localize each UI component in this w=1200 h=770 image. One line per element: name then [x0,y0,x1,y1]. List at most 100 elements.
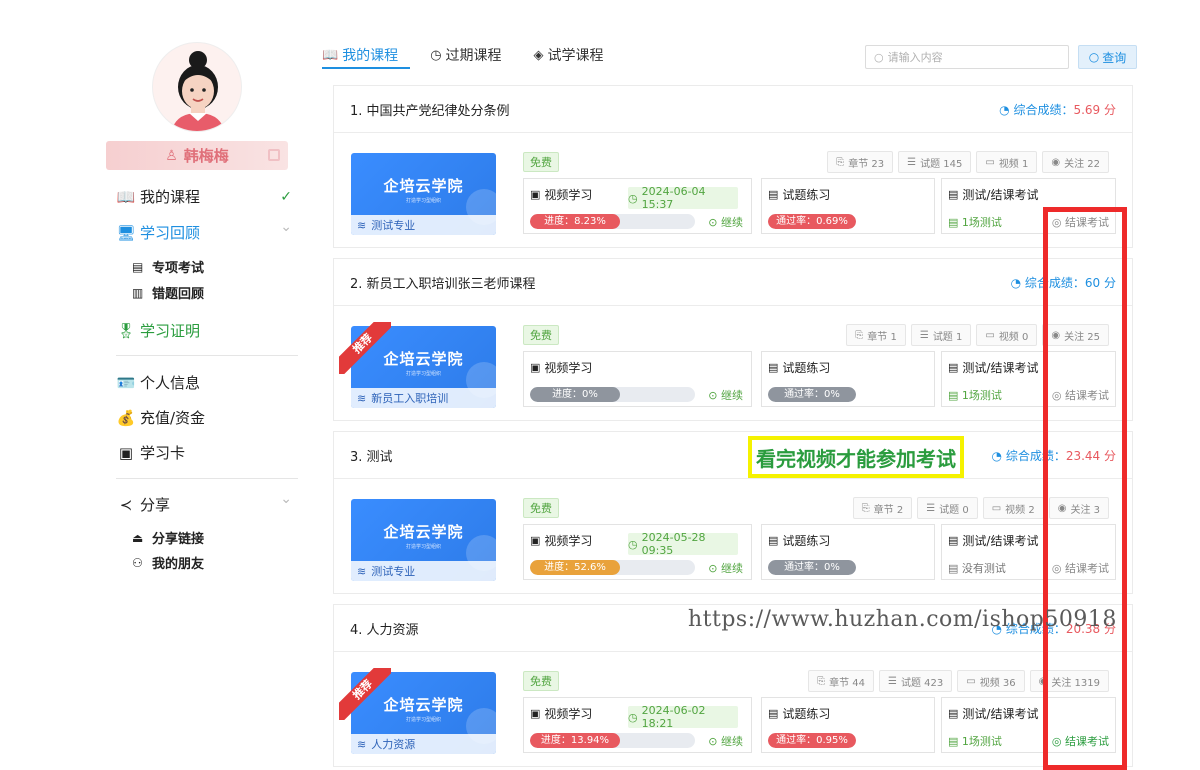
sidebar-item-label: 专项考试 [152,261,205,276]
continue-label: 继续 [721,389,743,402]
search-button[interactable]: ○ 查询 [1078,45,1137,69]
sidebar-item-label: 分享 [140,496,171,514]
sidebar-item-wrong-questions[interactable]: ▥ 错题回顾 [132,283,204,303]
user-name: 韩梅梅 [183,147,229,165]
continue-button[interactable]: ⊙ 继续 [708,560,743,576]
stat-label: 视频 0 [998,331,1029,343]
stat-label: 试题 0 [939,504,969,516]
course-title[interactable]: 4. 人力资源 [350,619,419,638]
course-body: 免费 ⎘ 章节 44 ☰ 试题 423 ▭ 视频 36 ◉ 关注 1319 ▣ 视频学习 … [334,652,1132,767]
tab-label: 试学课程 [547,48,604,64]
video-study-label: ▣ 视频学习 [530,705,592,722]
score-label: 综合成绩： [1013,102,1074,117]
exam-label: ▤ 测试/结课考试 [948,532,1038,549]
share-icon: ≺ [119,495,133,514]
course-card: 2. 新员工入职培训张三老师课程 ◔ 综合成绩：60 分 企培云学院 打造学习型… [333,258,1133,421]
sidebar-item-friends[interactable]: ⚇ 我的朋友 [132,553,204,573]
date-text: 2024-06-04 15:37 [641,185,706,211]
notebook-icon: ▤ [768,707,779,720]
sidebar: ♙ 韩梅梅 📖 我的课程 ✓ 🖥 学习回顾 ⌄ ▤ 专项考试 ▥ 错题回顾 🎖 … [106,0,298,770]
certificate-icon: 🎖 [116,321,136,340]
notebook-icon: ▤ [768,188,779,201]
test-count-link[interactable]: ▤ 没有测试 [948,560,1006,576]
clock-icon: ◷ [628,191,638,205]
test-count-label: 1场测试 [961,389,1002,402]
pie-icon: ◔ [999,102,1014,117]
score-value: 5.69 分 [1073,102,1116,117]
progress-bar: 进度：13.94% [530,733,695,748]
box-title: 试题练习 [782,707,831,721]
sidebar-item-review[interactable]: 🖥 学习回顾 ⌄ [116,219,298,243]
question-count: ☰ 试题 0 [917,497,978,519]
tab-expired-courses[interactable]: ◷ 过期课程 [430,44,501,66]
page: ♙ 韩梅梅 📖 我的课程 ✓ 🖥 学习回顾 ⌄ ▤ 专项考试 ▥ 错题回顾 🎖 … [0,0,1200,770]
tab-my-courses[interactable]: 📖 我的课程 [322,44,398,66]
course-title[interactable]: 3. 测试 [350,446,393,465]
continue-button[interactable]: ⊙ 继续 [708,214,743,230]
clock-icon: ◷ [628,537,638,551]
stat-label: 试题 145 [920,158,963,170]
continue-button[interactable]: ⊙ 继续 [708,733,743,749]
sidebar-item-my-courses[interactable]: 📖 我的课程 ✓ [116,186,298,207]
document-icon: ▤ [948,389,962,402]
course-card: 1. 中国共产党纪律处分条例 ◔ 综合成绩：5.69 分 企培云学院 打造学习型… [333,85,1133,248]
stat-label: 试题 1 [932,331,963,343]
arrow-right-icon: ⊙ [708,216,721,229]
pie-icon: ◔ [991,448,1006,463]
search-icon: ○ [874,50,884,64]
id-card-icon: 🪪 [116,373,136,392]
sidebar-divider [116,478,298,479]
tab-trial-courses[interactable]: ◈ 试学课程 [534,44,604,66]
chevron-down-icon: ⌄ [280,219,292,235]
video-count: ▭ 视频 0 [976,324,1038,346]
clock-icon: ◷ [628,710,638,724]
avatar-illustration [153,43,241,131]
continue-button[interactable]: ⊙ 继续 [708,387,743,403]
avatar[interactable] [152,42,242,132]
pass-rate-text: 通过率：0.69% [776,216,848,227]
user-name-badge[interactable]: ♙ 韩梅梅 [106,141,288,170]
sidebar-item-share[interactable]: ≺ 分享 ⌄ [116,491,298,515]
video-study-box: ▣ 视频学习 ◷ 2024-06-04 15:37 进度：8.23% ⊙ 继续 [523,178,752,234]
test-count-link[interactable]: ▤ 1场测试 [948,387,1002,403]
course-body: 免费 ⎘ 章节 2 ☰ 试题 0 ▭ 视频 2 ◉ 关注 3 ▣ 视频学习 ◷ 2024-0… [334,479,1132,594]
sidebar-item-share-link[interactable]: ⏏ 分享链接 [132,528,204,548]
sidebar-item-recharge[interactable]: 💰 充值/资金 [116,407,205,428]
document-icon: ▤ [132,259,144,274]
exam-icon: ▤ [948,707,959,720]
video-icon: ▭ [985,156,995,168]
sidebar-item-special-exam[interactable]: ▤ 专项考试 [132,257,205,277]
chapter-icon: ⎘ [855,329,864,341]
list-icon: ☰ [926,502,936,514]
pass-rate-text: 通过率：0.95% [776,735,848,746]
video-play-icon: ▣ [530,361,541,374]
chapter-count: ⎘ 章节 1 [846,324,906,346]
badge-icon: ◈ [533,47,544,63]
follow-count[interactable]: ◉ 关注 22 [1042,151,1109,173]
course-title[interactable]: 2. 新员工入职培训张三老师课程 [350,273,536,292]
box-title: 测试/结课考试 [962,188,1039,202]
search-button-label: 查询 [1102,50,1127,65]
sidebar-item-study-card[interactable]: ▣ 学习卡 [116,442,185,463]
test-count-link[interactable]: ▤ 1场测试 [948,733,1002,749]
course-title[interactable]: 1. 中国共产党纪律处分条例 [350,100,510,119]
sidebar-item-certificate[interactable]: 🎖 学习证明 [116,320,200,341]
question-count: ☰ 试题 423 [879,670,953,692]
sidebar-item-profile[interactable]: 🪪 个人信息 [116,372,200,393]
video-count: ▭ 视频 36 [957,670,1025,692]
tab-label: 我的课程 [342,48,399,64]
practice-label: ▤ 试题练习 [768,186,830,203]
course-body: 免费 ⎘ 章节 23 ☰ 试题 145 ▭ 视频 1 ◉ 关注 22 ▣ 视频学习 ◷ 20… [334,133,1132,248]
expand-icon[interactable] [268,149,280,161]
search-input[interactable]: ○ 请输入内容 [865,45,1069,69]
check-icon: ✓ [280,188,292,205]
stat-label: 试题 423 [901,677,944,689]
practice-box: ▤ 试题练习 通过率：0% [761,524,935,580]
pass-rate-text: 通过率：0% [784,389,840,400]
video-study-label: ▣ 视频学习 [530,532,592,549]
test-count-label: 1场测试 [961,216,1002,229]
pass-rate-bar: 通过率：0% [768,387,856,402]
test-count-link[interactable]: ▤ 1场测试 [948,214,1002,230]
watermark: https://www.huzhan.com/ishop50918 [688,607,1117,632]
progress-text: 进度：0% [552,389,598,400]
